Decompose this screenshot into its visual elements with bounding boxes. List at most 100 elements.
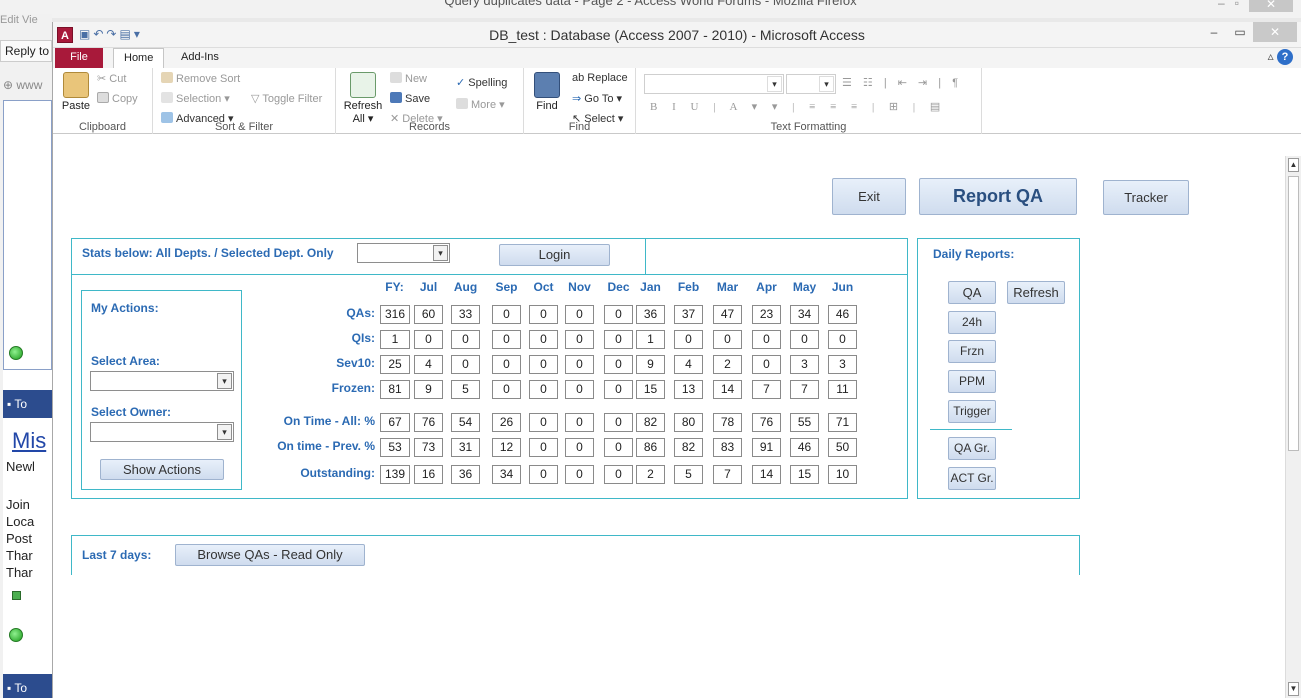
cut-button[interactable]: ✂ Cut [97, 72, 126, 85]
stat-cell[interactable]: 80 [674, 413, 703, 432]
toggle-filter-button[interactable]: ▽ Toggle Filter [251, 92, 322, 105]
stat-cell[interactable]: 7 [790, 380, 819, 399]
stat-cell[interactable]: 0 [492, 380, 521, 399]
minimize-icon[interactable]: – [1201, 22, 1227, 42]
stat-cell[interactable]: 5 [451, 380, 480, 399]
spelling-button[interactable]: ✓ Spelling [456, 76, 507, 89]
tab-add-ins[interactable]: Add-Ins [171, 48, 229, 68]
stat-cell[interactable]: 0 [604, 330, 633, 349]
firefox-menu-bar[interactable]: Edit Vie [0, 14, 52, 26]
stat-cell[interactable]: 9 [636, 355, 665, 374]
stat-cell[interactable]: 36 [451, 465, 480, 484]
stat-cell[interactable]: 0 [565, 305, 594, 324]
tab-home[interactable]: Home [113, 48, 165, 68]
stat-cell[interactable]: 55 [790, 413, 819, 432]
stat-cell[interactable]: 0 [529, 305, 558, 324]
stat-cell[interactable]: 2 [636, 465, 665, 484]
stat-cell[interactable]: 316 [380, 305, 410, 324]
find-button[interactable]: Find [530, 72, 564, 112]
close-icon[interactable]: ✕ [1253, 22, 1297, 42]
stat-cell[interactable]: 0 [492, 305, 521, 324]
stat-cell[interactable]: 0 [565, 438, 594, 457]
stat-cell[interactable]: 11 [828, 380, 857, 399]
stat-cell[interactable]: 76 [752, 413, 781, 432]
stat-cell[interactable]: 0 [604, 465, 633, 484]
browse-qas-button[interactable]: Browse QAs - Read Only [175, 544, 365, 566]
stat-cell[interactable]: 5 [674, 465, 703, 484]
paste-button[interactable]: Paste [59, 72, 93, 112]
stat-cell[interactable]: 26 [492, 413, 521, 432]
stat-cell[interactable]: 60 [414, 305, 443, 324]
qa-report-button[interactable]: QA [948, 281, 996, 304]
help-icon[interactable]: ? [1277, 49, 1293, 65]
stat-cell[interactable]: 1 [380, 330, 410, 349]
stat-cell[interactable]: 0 [752, 355, 781, 374]
stat-cell[interactable]: 81 [380, 380, 410, 399]
save-record-button[interactable]: Save [390, 92, 430, 105]
stat-cell[interactable]: 46 [828, 305, 857, 324]
stat-cell[interactable]: 0 [529, 438, 558, 457]
stat-cell[interactable]: 34 [492, 465, 521, 484]
refresh-button[interactable]: Refresh [1007, 281, 1065, 304]
stat-cell[interactable]: 0 [529, 330, 558, 349]
stat-cell[interactable]: 37 [674, 305, 703, 324]
stat-cell[interactable]: 0 [492, 355, 521, 374]
scroll-down-icon[interactable]: ▼ [1288, 682, 1299, 696]
stat-cell[interactable]: 0 [790, 330, 819, 349]
stat-cell[interactable]: 3 [790, 355, 819, 374]
chevron-down-icon[interactable]: ▾ [433, 245, 448, 261]
stat-cell[interactable]: 47 [713, 305, 742, 324]
stat-cell[interactable]: 91 [752, 438, 781, 457]
stat-cell[interactable]: 9 [414, 380, 443, 399]
department-combo[interactable]: ▾ [357, 243, 450, 263]
stat-cell[interactable]: 0 [828, 330, 857, 349]
vertical-scrollbar[interactable]: ▲ ▼ [1285, 156, 1301, 698]
stat-cell[interactable]: 0 [414, 330, 443, 349]
act-graph-button[interactable]: ACT Gr. [948, 467, 996, 490]
chevron-down-icon[interactable]: ▾ [819, 76, 834, 92]
stat-cell[interactable]: 0 [565, 330, 594, 349]
stat-cell[interactable]: 0 [492, 330, 521, 349]
tab-file[interactable]: File [55, 48, 103, 68]
stat-cell[interactable]: 82 [674, 438, 703, 457]
stat-cell[interactable]: 0 [604, 380, 633, 399]
new-record-button[interactable]: New [390, 72, 427, 85]
stat-cell[interactable]: 36 [636, 305, 665, 324]
stat-cell[interactable]: 0 [529, 355, 558, 374]
trigger-report-button[interactable]: Trigger [948, 400, 996, 423]
login-button[interactable]: Login [499, 244, 610, 266]
more-button[interactable]: More ▾ [456, 98, 505, 111]
stat-cell[interactable]: 0 [565, 465, 594, 484]
stat-cell[interactable]: 0 [604, 355, 633, 374]
exit-button[interactable]: Exit [832, 178, 906, 215]
stat-cell[interactable]: 15 [636, 380, 665, 399]
stat-cell[interactable]: 53 [380, 438, 410, 457]
list-formatting-buttons[interactable]: ☰ ☷ | ⇤ ⇥ | ¶ [842, 76, 962, 89]
stat-cell[interactable]: 31 [451, 438, 480, 457]
stat-cell[interactable]: 0 [529, 465, 558, 484]
stat-cell[interactable]: 7 [752, 380, 781, 399]
chevron-down-icon[interactable]: ▾ [217, 373, 232, 389]
remove-sort-button[interactable]: Remove Sort [161, 72, 240, 85]
stat-cell[interactable]: 46 [790, 438, 819, 457]
stat-cell[interactable]: 25 [380, 355, 410, 374]
maximize-icon[interactable]: ▭ [1227, 22, 1253, 42]
stat-cell[interactable]: 82 [636, 413, 665, 432]
restore-icon[interactable]: ▫ [1235, 0, 1239, 12]
minimize-ribbon-icon[interactable]: ▵ [1268, 49, 1274, 63]
stat-cell[interactable]: 73 [414, 438, 443, 457]
ppm-report-button[interactable]: PPM [948, 370, 996, 393]
stat-cell[interactable]: 33 [451, 305, 480, 324]
stat-cell[interactable]: 10 [828, 465, 857, 484]
stat-cell[interactable]: 0 [604, 305, 633, 324]
select-owner-combo[interactable]: ▾ [90, 422, 234, 442]
stat-cell[interactable]: 4 [414, 355, 443, 374]
stat-cell[interactable]: 50 [828, 438, 857, 457]
font-name-combo[interactable]: ▾ [644, 74, 784, 94]
goto-button[interactable]: ⇒ Go To ▾ [572, 92, 622, 105]
stat-cell[interactable]: 16 [414, 465, 443, 484]
stat-cell[interactable]: 0 [451, 330, 480, 349]
stat-cell[interactable]: 7 [713, 465, 742, 484]
stat-cell[interactable]: 15 [790, 465, 819, 484]
stat-cell[interactable]: 54 [451, 413, 480, 432]
